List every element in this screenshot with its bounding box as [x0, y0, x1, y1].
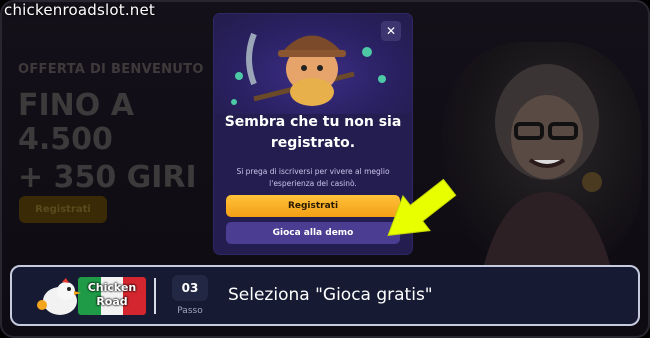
modal-title: Sembra che tu non sia registrato. — [224, 114, 402, 151]
site-watermark: chickenroadslot.net — [4, 1, 156, 19]
granny-illustration — [442, 42, 642, 272]
chicken-road-logo: Chicken Road — [28, 273, 146, 319]
offer-spins: + 350 GIRI — [18, 160, 197, 195]
pointer-arrow-icon — [387, 178, 457, 236]
step-number-badge: 03 — [172, 275, 208, 301]
chicken-icon — [37, 278, 81, 315]
close-button[interactable]: ✕ — [381, 21, 401, 41]
step-instruction-bar: Chicken Road 03 Passo Seleziona "Gioca g… — [10, 265, 640, 326]
offer-amount: FINO A 4.500 — [18, 88, 134, 157]
welcome-offer-banner: OFFERTA DI BENVENUTO FINO A 4.500 + 350 … — [18, 62, 218, 195]
divider — [154, 278, 156, 314]
logo-text: Chicken Road — [87, 281, 137, 308]
instruction-text: Seleziona "Gioca gratis" — [228, 285, 433, 305]
step-label: Passo — [177, 306, 203, 316]
close-icon: ✕ — [385, 24, 397, 38]
background-register-button[interactable]: Registrati — [19, 196, 107, 223]
offer-label: OFFERTA DI BENVENUTO — [18, 62, 204, 77]
